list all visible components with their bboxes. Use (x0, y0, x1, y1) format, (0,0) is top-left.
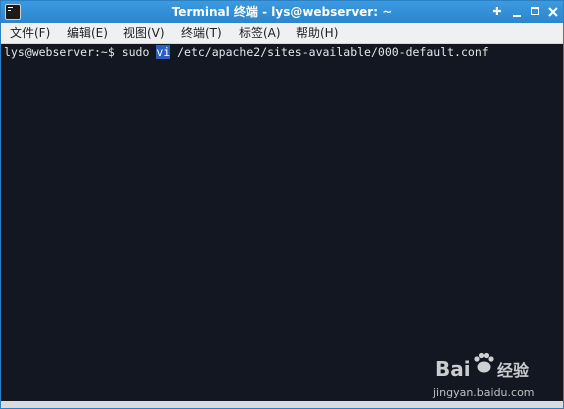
watermark-brand-cn: 经验 (497, 361, 530, 380)
close-icon[interactable] (545, 4, 561, 20)
menu-tabs[interactable]: 标签(A) (239, 25, 281, 41)
maximize-icon[interactable] (527, 4, 543, 20)
terminal-area[interactable]: lys@webserver:~$ sudo vi /etc/apache2/si… (1, 44, 563, 401)
minimize-icon[interactable] (509, 4, 525, 20)
window-bottom-edge (1, 401, 563, 408)
title-bar[interactable]: Terminal 终端 - lys@webserver: ~ ✚ (1, 1, 563, 23)
command-text-pre: sudo (121, 45, 157, 59)
command-line: lys@webserver:~$ sudo vi /etc/apache2/si… (4, 45, 489, 60)
window-title: Terminal 终端 - lys@webserver: ~ (171, 5, 393, 19)
menu-view[interactable]: 视图(V) (123, 25, 165, 41)
terminal-window: Terminal 终端 - lys@webserver: ~ ✚ 文件(F) 编… (0, 0, 564, 409)
watermark-url: jingyan.baidu.com (433, 386, 535, 399)
menu-bar: 文件(F) 编辑(E) 视图(V) 终端(T) 标签(A) 帮助(H) (1, 23, 563, 44)
watermark-brand: Bai (435, 357, 471, 381)
menu-edit[interactable]: 编辑(E) (67, 25, 108, 41)
shell-prompt: lys@webserver:~$ (4, 45, 122, 59)
menu-file[interactable]: 文件(F) (10, 25, 50, 41)
baidu-paw-logo-icon (474, 352, 494, 373)
menu-help[interactable]: 帮助(H) (296, 25, 338, 41)
menu-terminal[interactable]: 终端(T) (181, 25, 222, 41)
command-text-post: /etc/apache2/sites-available/000-default… (170, 45, 489, 59)
selected-text[interactable]: vi (156, 45, 171, 59)
pin-icon[interactable]: ✚ (489, 4, 505, 20)
